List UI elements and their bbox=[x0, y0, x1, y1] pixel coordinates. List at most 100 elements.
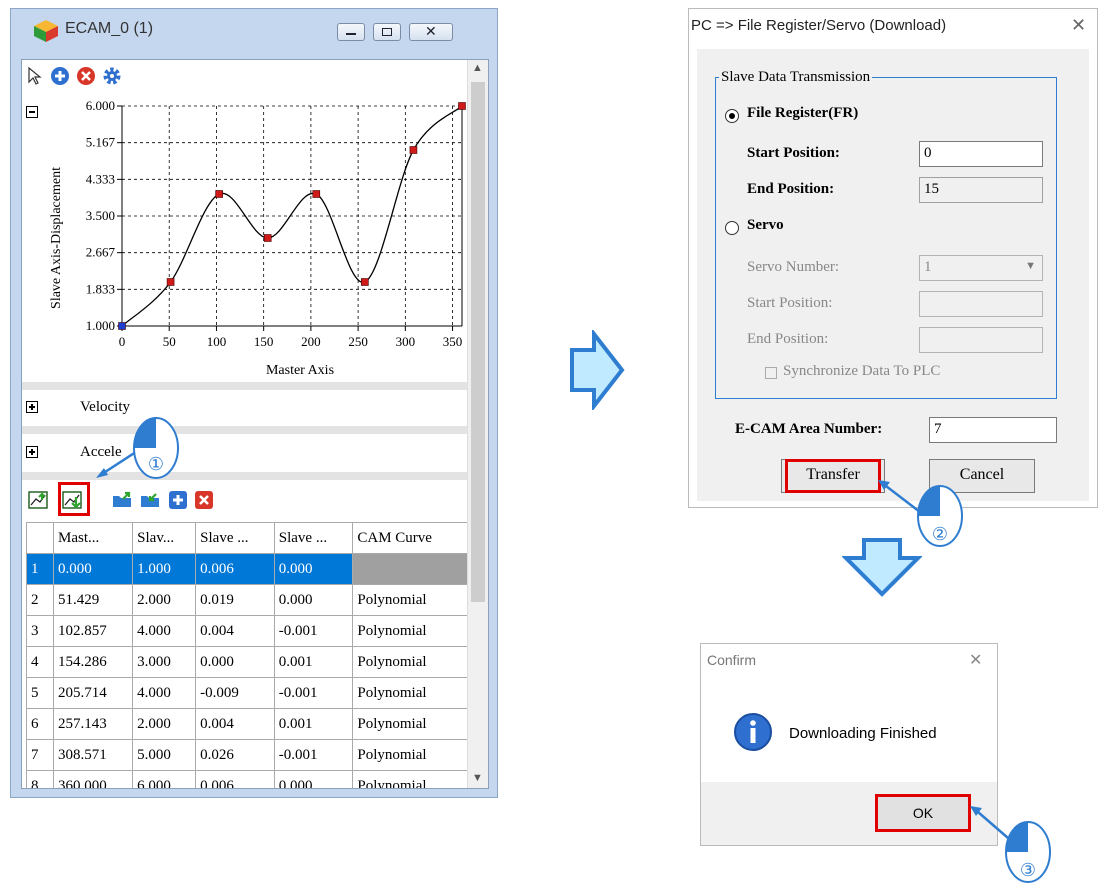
table-cell[interactable]: 102.857 bbox=[52, 615, 134, 647]
table-cell[interactable]: 0.000 bbox=[273, 770, 354, 788]
add-point-icon[interactable] bbox=[50, 66, 70, 86]
pointer-icon[interactable] bbox=[26, 66, 44, 86]
slave-column-header[interactable]: Slav... bbox=[132, 522, 197, 554]
table-cell[interactable]: 1.000 bbox=[132, 553, 197, 585]
table-cell[interactable]: 0.000 bbox=[195, 646, 275, 678]
chevron-down-icon: ▼ bbox=[1025, 260, 1036, 272]
table-cell[interactable]: 360.000 bbox=[52, 770, 134, 788]
table-cell[interactable]: 4.000 bbox=[132, 677, 197, 709]
start-position-input[interactable]: 0 bbox=[919, 141, 1043, 167]
row-index-cell[interactable]: 2 bbox=[26, 584, 54, 616]
table-cell[interactable]: 0.000 bbox=[273, 584, 354, 616]
vertical-scrollbar[interactable]: ▲ ▼ bbox=[467, 60, 488, 788]
scrollbar-thumb[interactable] bbox=[471, 82, 485, 602]
cam-point-marker[interactable] bbox=[118, 322, 126, 330]
table-cell[interactable]: 0.006 bbox=[195, 770, 275, 788]
table-cell[interactable]: 257.143 bbox=[52, 708, 134, 740]
servo-label: Servo bbox=[747, 217, 784, 233]
row-index-cell[interactable]: 3 bbox=[26, 615, 54, 647]
open-folder-icon[interactable] bbox=[112, 490, 134, 510]
slave-acceleration-column-header[interactable]: Slave ... bbox=[273, 522, 354, 554]
table-cell[interactable]: Polynomial bbox=[352, 770, 468, 788]
cam-point-marker[interactable] bbox=[361, 278, 369, 286]
upload-icon[interactable] bbox=[28, 490, 50, 510]
table-row[interactable]: 1 0.000 1.000 0.006 0.000 bbox=[26, 553, 468, 585]
ecam-area-input[interactable]: 7 bbox=[929, 417, 1057, 443]
delete-row-icon[interactable] bbox=[194, 490, 214, 510]
dialog-close-icon[interactable]: ✕ bbox=[1071, 15, 1086, 36]
table-cell[interactable]: 0.004 bbox=[195, 615, 275, 647]
table-cell[interactable]: 2.000 bbox=[132, 708, 197, 740]
scroll-up-icon[interactable]: ▲ bbox=[472, 62, 483, 74]
table-cell[interactable]: 0.000 bbox=[52, 553, 134, 585]
master-column-header[interactable]: Mast... bbox=[52, 522, 134, 554]
table-cell[interactable]: 51.429 bbox=[52, 584, 134, 616]
table-cell[interactable]: 205.714 bbox=[52, 677, 134, 709]
expand-acceleration-icon[interactable] bbox=[26, 446, 38, 458]
table-cell[interactable]: 5.000 bbox=[132, 739, 197, 771]
table-cell[interactable]: 4.000 bbox=[132, 615, 197, 647]
servo-radio[interactable] bbox=[725, 221, 739, 235]
servo-number-select[interactable]: 1 ▼ bbox=[919, 255, 1043, 281]
table-cell[interactable]: 308.571 bbox=[52, 739, 134, 771]
row-index-cell[interactable]: 6 bbox=[26, 708, 54, 740]
sync-checkbox[interactable] bbox=[765, 367, 777, 379]
minimize-button[interactable] bbox=[337, 23, 365, 41]
table-cell[interactable]: 0.001 bbox=[273, 708, 354, 740]
table-cell[interactable]: Polynomial bbox=[352, 677, 468, 709]
end-position-input[interactable]: 15 bbox=[919, 177, 1043, 203]
save-folder-icon[interactable] bbox=[140, 490, 162, 510]
expand-velocity-icon[interactable] bbox=[26, 401, 38, 413]
close-window-button[interactable]: ✕ bbox=[409, 23, 453, 41]
table-row[interactable]: 7 308.571 5.000 0.026 -0.001 Polynomial bbox=[26, 739, 468, 771]
cam-point-marker[interactable] bbox=[215, 190, 223, 198]
table-cell[interactable]: 2.000 bbox=[132, 584, 197, 616]
table-cell[interactable]: Polynomial bbox=[352, 615, 468, 647]
table-cell[interactable]: -0.001 bbox=[273, 677, 354, 709]
table-row[interactable]: 4 154.286 3.000 0.000 0.001 Polynomial bbox=[26, 646, 468, 678]
table-cell[interactable] bbox=[352, 553, 468, 585]
table-cell[interactable]: 0.000 bbox=[273, 553, 354, 585]
row-index-cell[interactable]: 8 bbox=[26, 770, 54, 788]
slave-velocity-column-header[interactable]: Slave ... bbox=[195, 522, 275, 554]
table-cell[interactable]: -0.001 bbox=[273, 615, 354, 647]
maximize-button[interactable] bbox=[373, 23, 401, 41]
table-row[interactable]: 6 257.143 2.000 0.004 0.001 Polynomial bbox=[26, 708, 468, 740]
file-register-radio[interactable] bbox=[725, 109, 739, 123]
cam-curve-column-header[interactable]: CAM Curve bbox=[352, 522, 468, 554]
table-cell[interactable]: -0.001 bbox=[273, 739, 354, 771]
scroll-down-icon[interactable]: ▼ bbox=[472, 772, 483, 784]
row-index-cell[interactable]: 4 bbox=[26, 646, 54, 678]
servo-end-position-input[interactable] bbox=[919, 327, 1043, 353]
row-index-cell[interactable]: 5 bbox=[26, 677, 54, 709]
cam-point-marker[interactable] bbox=[312, 190, 321, 198]
table-cell[interactable]: Polynomial bbox=[352, 739, 468, 771]
row-index-cell[interactable]: 7 bbox=[26, 739, 54, 771]
table-cell[interactable]: 3.000 bbox=[132, 646, 197, 678]
cam-point-marker[interactable] bbox=[166, 278, 175, 286]
table-cell[interactable]: 0.001 bbox=[273, 646, 354, 678]
table-row[interactable]: 5 205.714 4.000 -0.009 -0.001 Polynomial bbox=[26, 677, 468, 709]
settings-gear-icon[interactable] bbox=[102, 66, 122, 86]
table-cell[interactable]: -0.009 bbox=[195, 677, 275, 709]
table-cell[interactable]: 6.000 bbox=[132, 770, 197, 788]
servo-start-position-input[interactable] bbox=[919, 291, 1043, 317]
add-row-icon[interactable] bbox=[168, 490, 188, 510]
table-cell[interactable]: 0.019 bbox=[195, 584, 275, 616]
table-cell[interactable]: Polynomial bbox=[352, 708, 468, 740]
cam-point-marker[interactable] bbox=[458, 102, 466, 110]
table-cell[interactable]: 0.004 bbox=[195, 708, 275, 740]
table-cell[interactable]: Polynomial bbox=[352, 584, 468, 616]
table-cell[interactable]: 154.286 bbox=[52, 646, 134, 678]
table-row[interactable]: 8 360.000 6.000 0.006 0.000 Polynomial bbox=[26, 770, 468, 788]
row-index-cell[interactable]: 1 bbox=[26, 553, 54, 585]
table-row[interactable]: 2 51.429 2.000 0.019 0.000 Polynomial bbox=[26, 584, 468, 616]
cam-point-marker[interactable] bbox=[263, 234, 272, 242]
table-cell[interactable]: 0.006 bbox=[195, 553, 275, 585]
confirm-close-icon[interactable]: ✕ bbox=[969, 650, 982, 670]
delete-point-icon[interactable] bbox=[76, 66, 96, 86]
cam-point-marker[interactable] bbox=[409, 146, 418, 154]
table-row[interactable]: 3 102.857 4.000 0.004 -0.001 Polynomial bbox=[26, 615, 468, 647]
table-cell[interactable]: 0.026 bbox=[195, 739, 275, 771]
table-cell[interactable]: Polynomial bbox=[352, 646, 468, 678]
